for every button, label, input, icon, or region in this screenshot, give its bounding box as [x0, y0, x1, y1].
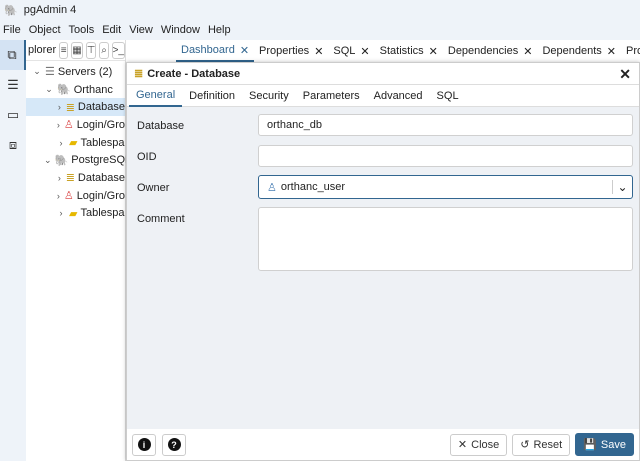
info-icon: i: [137, 438, 151, 451]
chevron-right-icon: ›: [57, 172, 61, 183]
tab-sql[interactable]: SQL ✕: [328, 40, 374, 62]
chevron-right-icon: ›: [57, 102, 61, 113]
comment-label: Comment: [137, 213, 185, 225]
close-icon[interactable]: ✕: [619, 66, 631, 83]
servers-icon: ☰: [45, 66, 55, 79]
close-icon[interactable]: ✕: [429, 45, 438, 58]
dialog-title: Create - Database: [147, 67, 241, 80]
search-icon[interactable]: ⌕: [99, 41, 109, 59]
tab-dependents[interactable]: Dependents ✕: [537, 40, 621, 62]
explorer-title: plorer: [28, 44, 57, 56]
tab-definition[interactable]: Definition: [182, 85, 242, 107]
close-icon[interactable]: ✕: [607, 45, 616, 58]
chevron-down-icon[interactable]: ⌄: [612, 180, 632, 194]
login-roles-icon: ♙: [63, 190, 74, 203]
tree-node-tablespaces[interactable]: › ▰ Tablespa: [26, 134, 125, 152]
title-bar: 🐘 pgAdmin 4: [0, 0, 640, 20]
database-label: Database: [137, 120, 185, 132]
query-tool-db-icon[interactable]: ☰: [0, 70, 26, 100]
menu-bar: File Object Tools Edit View Window Help: [0, 20, 640, 40]
oid-input[interactable]: [258, 145, 633, 167]
chevron-right-icon: ›: [59, 208, 63, 219]
tree-node-databases[interactable]: › ≣ Database: [26, 98, 125, 117]
tab-statistics[interactable]: Statistics ✕: [375, 40, 443, 62]
postgres-server-icon: 🐘: [57, 84, 71, 97]
tab-dependencies[interactable]: Dependencies ✕: [443, 40, 538, 62]
menu-help[interactable]: Help: [208, 24, 231, 36]
database-name-input[interactable]: orthanc_db: [258, 114, 633, 136]
help-icon: ?: [167, 438, 181, 451]
menu-view[interactable]: View: [129, 24, 153, 36]
tab-processes[interactable]: Process: [621, 40, 640, 62]
login-roles-icon: ♙: [63, 119, 74, 132]
dialog-body: Database orthanc_db OID Owner ♙ orthanc_…: [127, 107, 639, 429]
tab-parameters[interactable]: Parameters: [296, 85, 367, 107]
chevron-down-icon: ⌄: [44, 154, 52, 165]
object-explorer-icon[interactable]: ⧉: [0, 40, 26, 70]
tab-general[interactable]: General: [129, 85, 183, 107]
owner-select[interactable]: ♙ orthanc_user ⌄: [258, 175, 633, 199]
chevron-right-icon: ›: [56, 119, 60, 130]
tree-node-postgresql[interactable]: ⌄ 🐘 PostgreSQL: [26, 151, 131, 169]
menu-window[interactable]: Window: [161, 24, 200, 36]
main-tabs: Dashboard ✕ Properties ✕ SQL ✕ Statistics ✕ …: [176, 40, 640, 62]
tree-node-login-roles[interactable]: › ♙ Login/Gro: [26, 187, 125, 205]
info-button[interactable]: i: [132, 433, 156, 456]
tab-advanced[interactable]: Advanced: [367, 85, 430, 107]
tab-security[interactable]: Security: [242, 85, 296, 107]
psql-terminal-icon[interactable]: ▭: [0, 100, 26, 130]
filter-toolbar-icon[interactable]: ⊤: [85, 41, 97, 59]
reset-icon: ↺: [520, 439, 530, 451]
table-toolbar-icon[interactable]: ▦: [71, 41, 83, 59]
dialog-footer: i ? ✕ Close ↺ Reset 💾 Save: [127, 429, 639, 460]
tab-sql[interactable]: SQL: [430, 85, 466, 107]
chevron-right-icon: ›: [59, 137, 63, 148]
dialog-header: ≣ Create - Database ✕: [127, 63, 639, 85]
database-icon: ≣: [134, 68, 144, 80]
close-icon: ✕: [457, 439, 468, 451]
tablespace-folder-icon: ▰: [69, 137, 78, 150]
user-icon: ♙: [267, 181, 277, 194]
close-icon[interactable]: ✕: [523, 45, 532, 58]
owner-label: Owner: [137, 182, 170, 194]
tree-node-databases[interactable]: › ≣ Database: [26, 169, 125, 187]
chevron-down-icon: ⌄: [33, 66, 41, 77]
oid-label: OID: [137, 151, 157, 163]
comment-textarea[interactable]: [258, 207, 633, 271]
schema-diff-icon[interactable]: ⧈: [0, 130, 26, 160]
tree-node-orthanc[interactable]: ⌄ 🐘 Orthanc: [26, 81, 125, 99]
close-button[interactable]: ✕ Close: [449, 433, 508, 456]
reset-button[interactable]: ↺ Reset: [512, 433, 571, 456]
create-database-dialog: ≣ Create - Database ✕ General Definition…: [126, 62, 640, 461]
object-explorer: plorer ≡ ▦ ⊤ ⌕ >_ ⌄ ☰ Servers (2) ⌄ 🐘 Orthan…: [26, 40, 131, 461]
tree-node-servers[interactable]: ⌄ ☰ Servers (2): [26, 63, 125, 81]
save-icon: 💾: [583, 439, 597, 451]
help-button[interactable]: ?: [162, 433, 186, 456]
activity-bar: ⧉ ☰ ▭ ⧈: [0, 40, 26, 461]
tablespace-folder-icon: ▰: [69, 207, 78, 220]
menu-edit[interactable]: Edit: [102, 24, 121, 36]
save-button[interactable]: 💾 Save: [575, 433, 634, 456]
chevron-right-icon: ›: [56, 190, 60, 201]
close-icon[interactable]: ✕: [314, 45, 323, 58]
tab-properties[interactable]: Properties ✕: [254, 40, 328, 62]
app-title: pgAdmin 4: [23, 4, 77, 16]
tree-node-login-roles[interactable]: › ♙ Login/Gro: [26, 116, 125, 134]
menu-file[interactable]: File: [3, 24, 21, 36]
tab-dashboard[interactable]: Dashboard ✕: [176, 40, 255, 62]
terminal-icon[interactable]: >_: [111, 41, 125, 59]
close-icon[interactable]: ✕: [360, 45, 369, 58]
database-icon: ≣: [65, 172, 75, 185]
chevron-down-icon: ⌄: [45, 84, 53, 95]
tree-node-tablespaces[interactable]: › ▰ Tablespa: [26, 205, 125, 223]
database-icon: ≣: [65, 101, 75, 114]
database-toolbar-icon[interactable]: ≡: [59, 41, 69, 59]
postgres-server-icon: 🐘: [54, 154, 69, 167]
menu-tools[interactable]: Tools: [69, 24, 95, 36]
dialog-tabs: General Definition Security Parameters A…: [127, 85, 639, 107]
close-icon[interactable]: ✕: [240, 44, 249, 57]
menu-object[interactable]: Object: [29, 24, 61, 36]
pgadmin-logo-icon: 🐘: [4, 4, 18, 17]
